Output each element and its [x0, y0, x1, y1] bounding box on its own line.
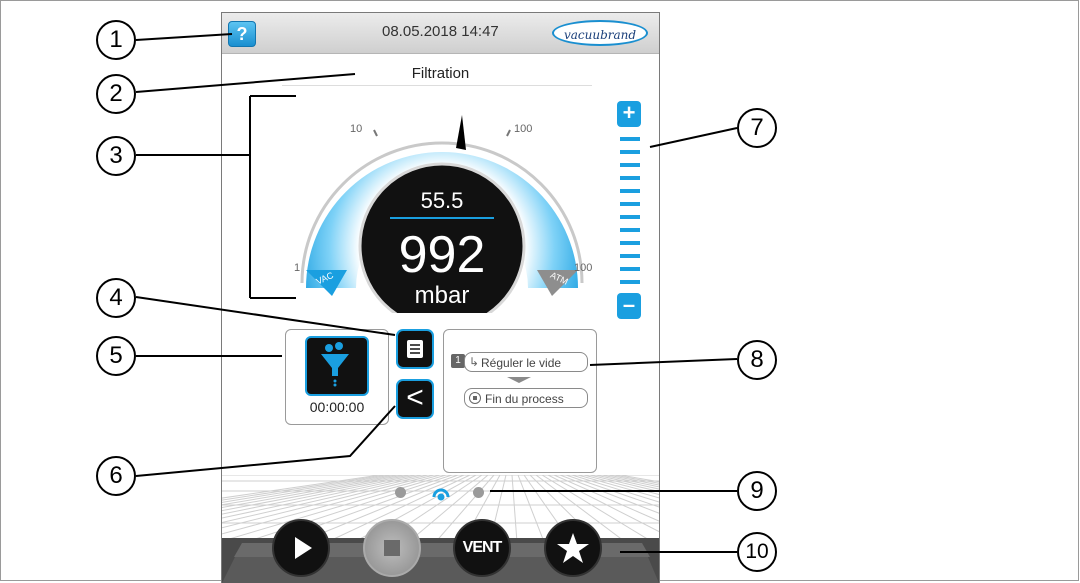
- callout-6: 6: [96, 456, 136, 496]
- callout-5: 5: [96, 336, 136, 376]
- callout-2: 2: [96, 74, 136, 114]
- callout-1: 1: [96, 20, 136, 60]
- callout-4: 4: [96, 278, 136, 318]
- callout-lines: [135, 33, 738, 553]
- callout-9: 9: [737, 471, 777, 511]
- callout-3: 3: [96, 136, 136, 176]
- callout-8: 8: [737, 340, 777, 380]
- callout-10: 10: [737, 532, 777, 572]
- callout-7: 7: [737, 108, 777, 148]
